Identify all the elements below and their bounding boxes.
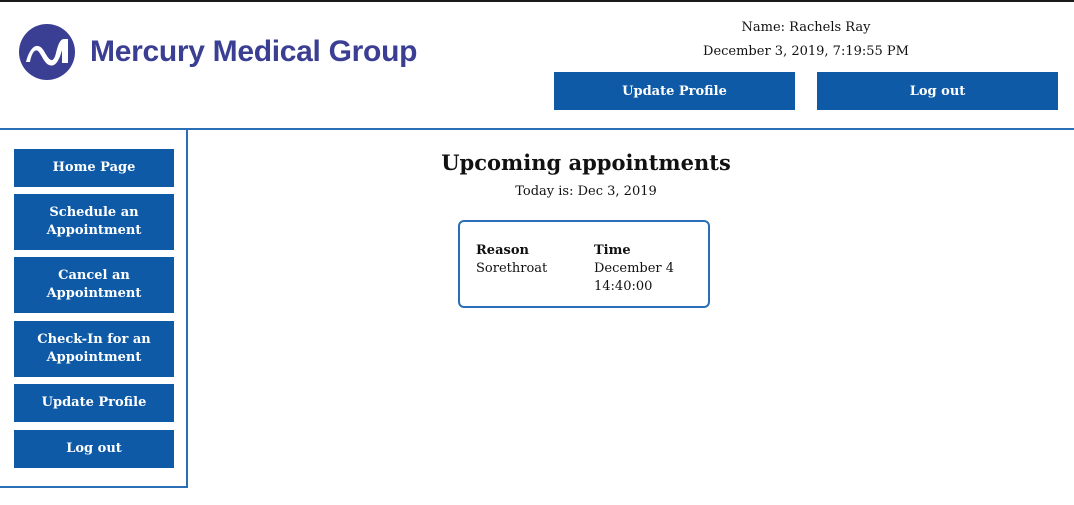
user-name: Name: Rachels Ray <box>741 20 871 35</box>
appointment-time: 14:40:00 <box>594 279 653 294</box>
time-column: Time December 4 14:40:00 <box>594 242 674 296</box>
mercury-m-logo-icon <box>19 24 75 80</box>
current-datetime: December 3, 2019, 7:19:55 PM <box>703 44 909 59</box>
sidebar-item-cancel[interactable]: Cancel an Appointment <box>14 257 174 313</box>
sidebar-item-logout[interactable]: Log out <box>14 430 174 468</box>
sidebar-item-update-profile[interactable]: Update Profile <box>14 384 174 422</box>
sidebar-item-schedule[interactable]: Schedule an Appointment <box>14 194 174 250</box>
brand-logo[interactable]: Mercury Medical Group <box>18 22 417 82</box>
header-logout-button[interactable]: Log out <box>817 72 1058 110</box>
sidebar: Home Page Schedule an Appointment Cancel… <box>0 130 188 488</box>
page-title: Upcoming appointments <box>441 150 731 175</box>
appointment-date: December 4 <box>594 261 675 276</box>
reason-header: Reason <box>476 243 529 258</box>
today-date: Today is: Dec 3, 2019 <box>515 184 657 199</box>
main-content: Upcoming appointments Today is: Dec 3, 2… <box>188 130 1074 490</box>
brand-name: Mercury Medical Group <box>90 35 418 68</box>
sidebar-item-check-in[interactable]: Check-In for an Appointment <box>14 321 174 377</box>
header: Mercury Medical Group Name: Rachels Ray … <box>0 2 1074 128</box>
header-update-profile-button[interactable]: Update Profile <box>554 72 795 110</box>
user-info: Name: Rachels Ray December 3, 2019, 7:19… <box>554 16 1058 64</box>
time-header: Time <box>594 243 631 258</box>
reason-column: Reason Sorethroat <box>476 242 547 278</box>
sidebar-item-home[interactable]: Home Page <box>14 149 174 187</box>
appointment-card: Reason Sorethroat Time December 4 14:40:… <box>458 220 710 308</box>
appointment-reason: Sorethroat <box>476 261 548 276</box>
